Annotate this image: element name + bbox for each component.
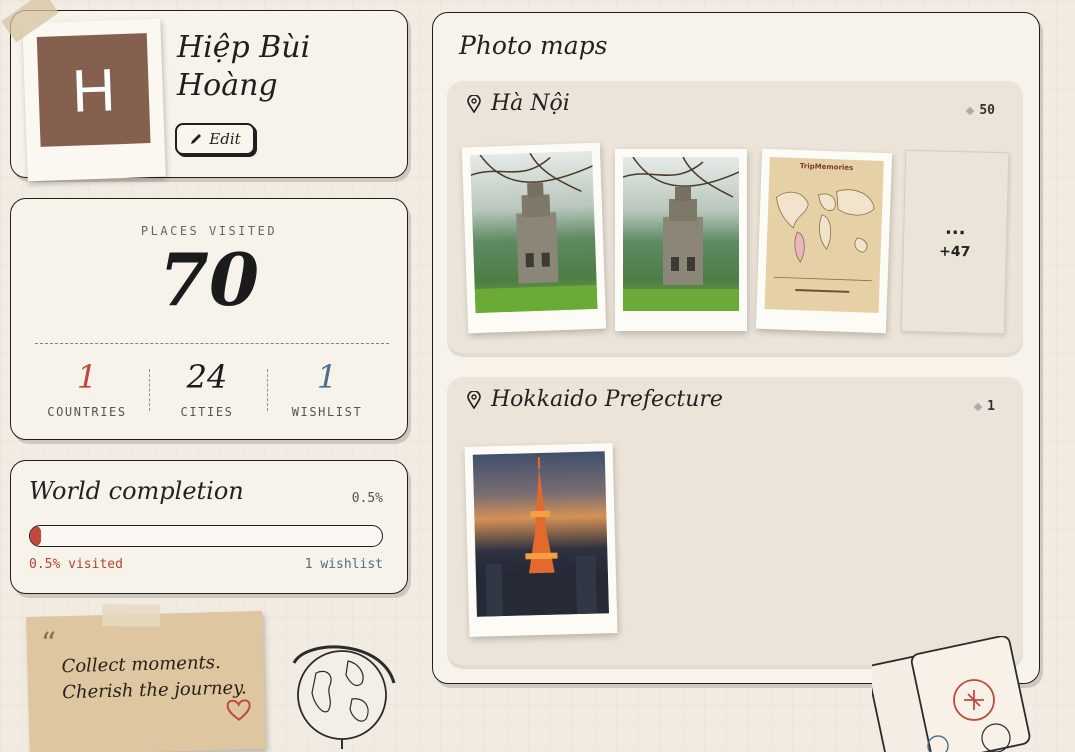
completion-visited-text: 0.5% visited [29, 557, 123, 572]
quote-note: “ Collect moments. Cherish the journey. [26, 604, 266, 752]
more-photos-count: +47 [938, 243, 971, 261]
group-photo-count: 50 [966, 103, 995, 118]
diamond-icon [973, 402, 983, 411]
stat-cities: 24 CITIES [147, 357, 267, 419]
avatar-polaroid: H [22, 18, 166, 182]
tower-illustration [475, 457, 609, 617]
map-photo: TripMemories [764, 157, 884, 313]
globe-icon [292, 645, 396, 749]
world-map-illustration [773, 189, 875, 293]
pencil-icon [191, 134, 202, 144]
tape-strip [102, 604, 161, 627]
countries-label: COUNTRIES [47, 405, 127, 419]
quote-line-1: Collect moments. [61, 652, 221, 678]
group-count-value: 1 [987, 399, 995, 414]
user-name: Hiệp Bùi Hoàng [177, 29, 397, 105]
user-name-line1: Hiệp Bùi [177, 30, 311, 65]
wishlist-label: WISHLIST [291, 405, 363, 419]
group-header: Hà Nội [467, 91, 570, 116]
map-pin-icon [467, 390, 481, 409]
more-photos-tile[interactable]: ... +47 [900, 149, 1010, 335]
profile-card: H Hiệp Bùi Hoàng Edit [10, 10, 408, 182]
photo-maps-card: Photo maps Hà Nội 50 TripMemories ... +4… [432, 12, 1040, 684]
group-header: Hokkaido Prefecture [467, 387, 723, 412]
photo-thumbnail[interactable] [461, 142, 607, 334]
completion-wishlist-link[interactable]: 1 wishlist [305, 557, 383, 572]
more-dots: ... [944, 217, 966, 240]
stat-wishlist: 1 WISHLIST [267, 357, 387, 419]
pagoda-photo [470, 150, 598, 314]
pagoda-illustration [623, 157, 739, 311]
photo-maps-title: Photo maps [459, 31, 608, 60]
group-photo-count: 1 [973, 399, 995, 414]
group-title: Hokkaido Prefecture [491, 387, 723, 412]
pagoda-illustration [470, 152, 598, 314]
group-title: Hà Nội [491, 91, 570, 116]
places-visited-label: PLACES VISITED [140, 224, 278, 238]
stats-card: PLACES VISITED 70 1 COUNTRIES 24 CITIES … [10, 198, 408, 440]
places-visited-value: 70 [158, 237, 260, 322]
stats-divider [35, 343, 389, 344]
map-pin-icon [467, 94, 481, 113]
world-completion-card: World completion 0.5% 0.5% visited 1 wis… [10, 460, 408, 594]
photo-group-hokkaido[interactable]: Hokkaido Prefecture 1 [447, 377, 1023, 665]
edit-label: Edit [209, 130, 241, 148]
completion-progress-fill [30, 526, 41, 546]
passport-icon [872, 636, 1031, 752]
edit-profile-button[interactable]: Edit [175, 123, 255, 155]
wishlist-value: 1 [316, 358, 338, 396]
cities-value: 24 [186, 358, 228, 396]
diamond-icon [966, 106, 975, 115]
cities-label: CITIES [180, 405, 234, 419]
quote-line-2: Cherish the journey. [61, 677, 247, 704]
completion-progress-bar [29, 525, 383, 547]
pagoda-photo [623, 157, 739, 311]
photo-group-hanoi[interactable]: Hà Nội 50 TripMemories ... +47 [447, 81, 1023, 353]
avatar: H [36, 33, 151, 147]
quote-icon: “ [40, 626, 57, 662]
photo-thumbnail[interactable] [615, 149, 747, 331]
heart-icon [226, 699, 251, 721]
countries-value: 1 [76, 358, 98, 396]
photo-thumbnail[interactable]: TripMemories [755, 148, 893, 334]
stat-countries: 1 COUNTRIES [27, 357, 147, 419]
completion-percent: 0.5% [351, 491, 383, 506]
user-name-line2: Hoàng [177, 68, 278, 103]
group-count-value: 50 [979, 103, 995, 118]
tokyo-tower-photo [472, 451, 609, 617]
completion-title: World completion [29, 477, 244, 505]
photo-thumbnail[interactable] [464, 443, 618, 637]
